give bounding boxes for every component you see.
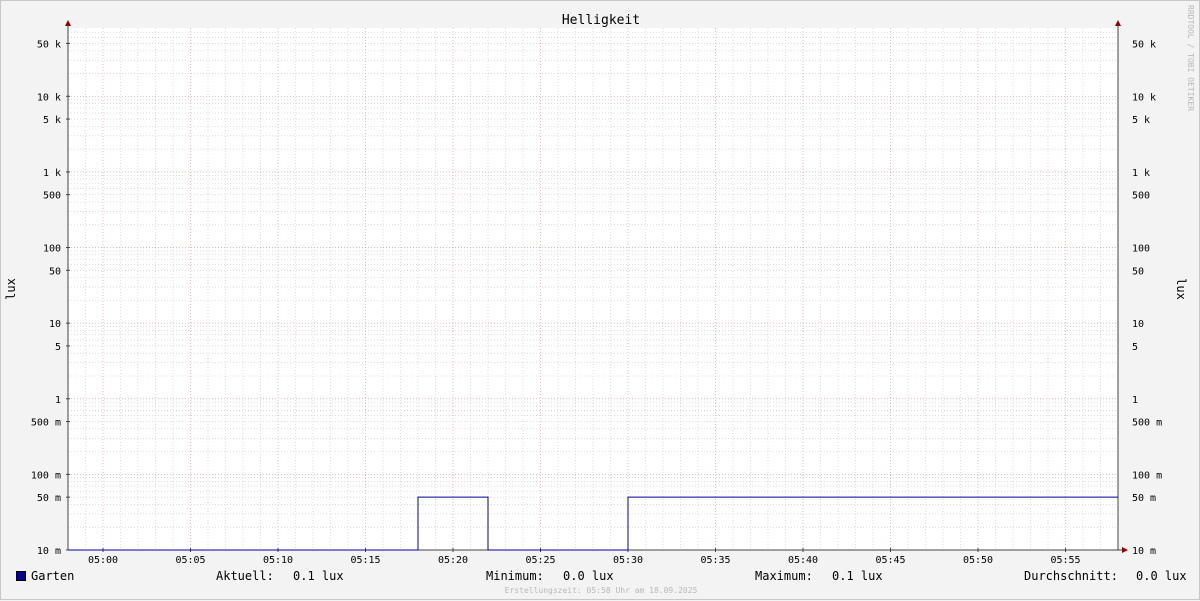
x-tick-label: 05:15: [350, 555, 380, 566]
y-axis-arrow-right: [1115, 20, 1121, 26]
y-tick-label-left: 10 m: [37, 546, 61, 557]
legend-current-value: 0.1 lux: [293, 569, 344, 583]
legend-max-value: 0.1 lux: [832, 569, 883, 583]
y-tick-label-left: 50 m: [37, 493, 61, 504]
x-tick-label: 05:50: [963, 555, 993, 566]
y-tick-label-right: 5 k: [1132, 115, 1150, 126]
y-tick-label-right: 50 k: [1132, 39, 1156, 50]
y-axis-label-left: lux: [4, 278, 18, 300]
x-tick-label: 05:05: [175, 555, 205, 566]
graph-window: Helligkeit lux lux 50 k 50 k 10 k 10 k 5 k 5 k 1 …: [0, 0, 1200, 600]
brightness-chart: Helligkeit lux lux 50 k 50 k 10 k 10 k 5 k 5 k 1 …: [4, 13, 1188, 566]
y-axis-label-right: lux: [1174, 278, 1188, 300]
x-axis-arrow: [1122, 547, 1128, 553]
x-tick-label: 05:00: [88, 555, 118, 566]
x-tick-label: 05:40: [788, 555, 818, 566]
y-tick-label-right: 500 m: [1132, 418, 1162, 429]
y-tick-label-right: 50 m: [1132, 493, 1156, 504]
y-tick-label-left: 50 k: [37, 39, 61, 50]
x-tick-label: 05:55: [1050, 555, 1080, 566]
y-tick-label-left: 50: [49, 266, 61, 277]
y-tick-label-right: 10 k: [1132, 92, 1156, 103]
y-tick-label-left: 100: [43, 244, 61, 255]
legend-avg-label: Durchschnitt:: [1024, 569, 1118, 583]
y-tick-label-left: 500 m: [31, 418, 61, 429]
y-tick-label-left: 5: [55, 342, 61, 353]
x-tick-label: 05:35: [700, 555, 730, 566]
legend-avg-value: 0.0 lux: [1136, 569, 1187, 583]
legend-swatch-garten: [16, 571, 26, 581]
y-tick-label-right: 1: [1132, 395, 1138, 406]
legend-current-label: Aktuell:: [216, 569, 274, 583]
y-tick-label-right: 500: [1132, 191, 1150, 202]
creation-time-footer: Erstellungszeit: 05:58 Uhr am 18.09.2025: [504, 586, 698, 595]
y-tick-label-left: 1 k: [43, 168, 61, 179]
x-tick-label: 05:10: [263, 555, 293, 566]
y-tick-label-left: 10 k: [37, 92, 61, 103]
y-axis-arrow-left: [65, 20, 71, 26]
legend-max-label: Maximum:: [755, 569, 813, 583]
chart-title: Helligkeit: [562, 13, 640, 28]
y-tick-label-right: 10 m: [1132, 546, 1156, 557]
y-tick-label-left: 1: [55, 395, 61, 406]
legend-series-name: Garten: [31, 569, 75, 583]
y-tick-label-left: 5 k: [43, 115, 61, 126]
y-tick-label-left: 100 m: [31, 470, 61, 481]
legend-min-label: Minimum:: [486, 569, 544, 583]
y-tick-label-right: 50: [1132, 266, 1144, 277]
legend-min-value: 0.0 lux: [563, 569, 614, 583]
x-tick-label: 05:20: [438, 555, 468, 566]
rrdtool-watermark: RRDTOOL / TOBI OETIKER: [1186, 5, 1195, 111]
x-tick-label: 05:45: [875, 555, 905, 566]
y-tick-label-left: 10: [49, 319, 61, 330]
y-tick-label-right: 1 k: [1132, 168, 1150, 179]
x-tick-label: 05:30: [613, 555, 643, 566]
y-tick-label-right: 5: [1132, 342, 1138, 353]
y-tick-label-right: 100 m: [1132, 470, 1162, 481]
y-tick-label-right: 100: [1132, 244, 1150, 255]
y-tick-label-right: 10: [1132, 319, 1144, 330]
y-tick-label-left: 500: [43, 191, 61, 202]
x-tick-label: 05:25: [525, 555, 555, 566]
